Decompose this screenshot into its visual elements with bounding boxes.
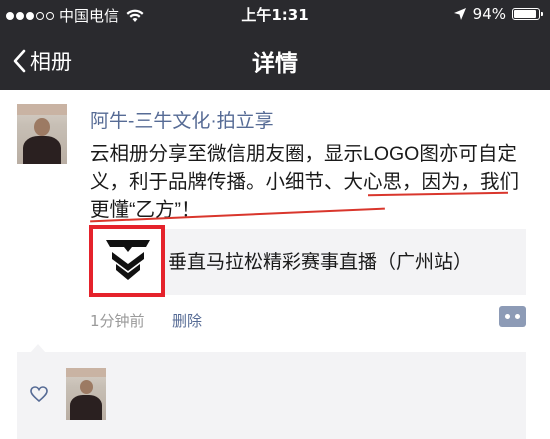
page-title: 详情 xyxy=(252,51,298,77)
delete-button[interactable]: 删除 xyxy=(172,310,202,331)
location-arrow-icon xyxy=(453,8,466,20)
comment-icon-dot xyxy=(505,314,510,319)
author-avatar[interactable] xyxy=(17,104,67,164)
post-time: 1分钟前 xyxy=(90,312,145,330)
link-card-logo xyxy=(89,225,165,297)
comment-button[interactable] xyxy=(499,306,526,327)
status-right: 94% xyxy=(453,5,543,23)
tv-logo-icon xyxy=(106,240,150,280)
battery-level xyxy=(514,10,537,18)
comment-icon-dot xyxy=(515,314,520,319)
liker-avatar[interactable] xyxy=(66,368,106,420)
link-card-title: 垂直马拉松精彩赛事直播（广州站） xyxy=(168,252,473,273)
status-bar: 中国电信 上午1:31 94% xyxy=(0,0,550,30)
heart-icon xyxy=(30,386,48,402)
battery-icon xyxy=(512,8,543,20)
author-name[interactable]: 阿牛-三牛文化·拍立享 xyxy=(90,106,274,133)
battery-percent: 94% xyxy=(472,5,506,23)
nav-bar: 相册 详情 xyxy=(0,30,550,90)
